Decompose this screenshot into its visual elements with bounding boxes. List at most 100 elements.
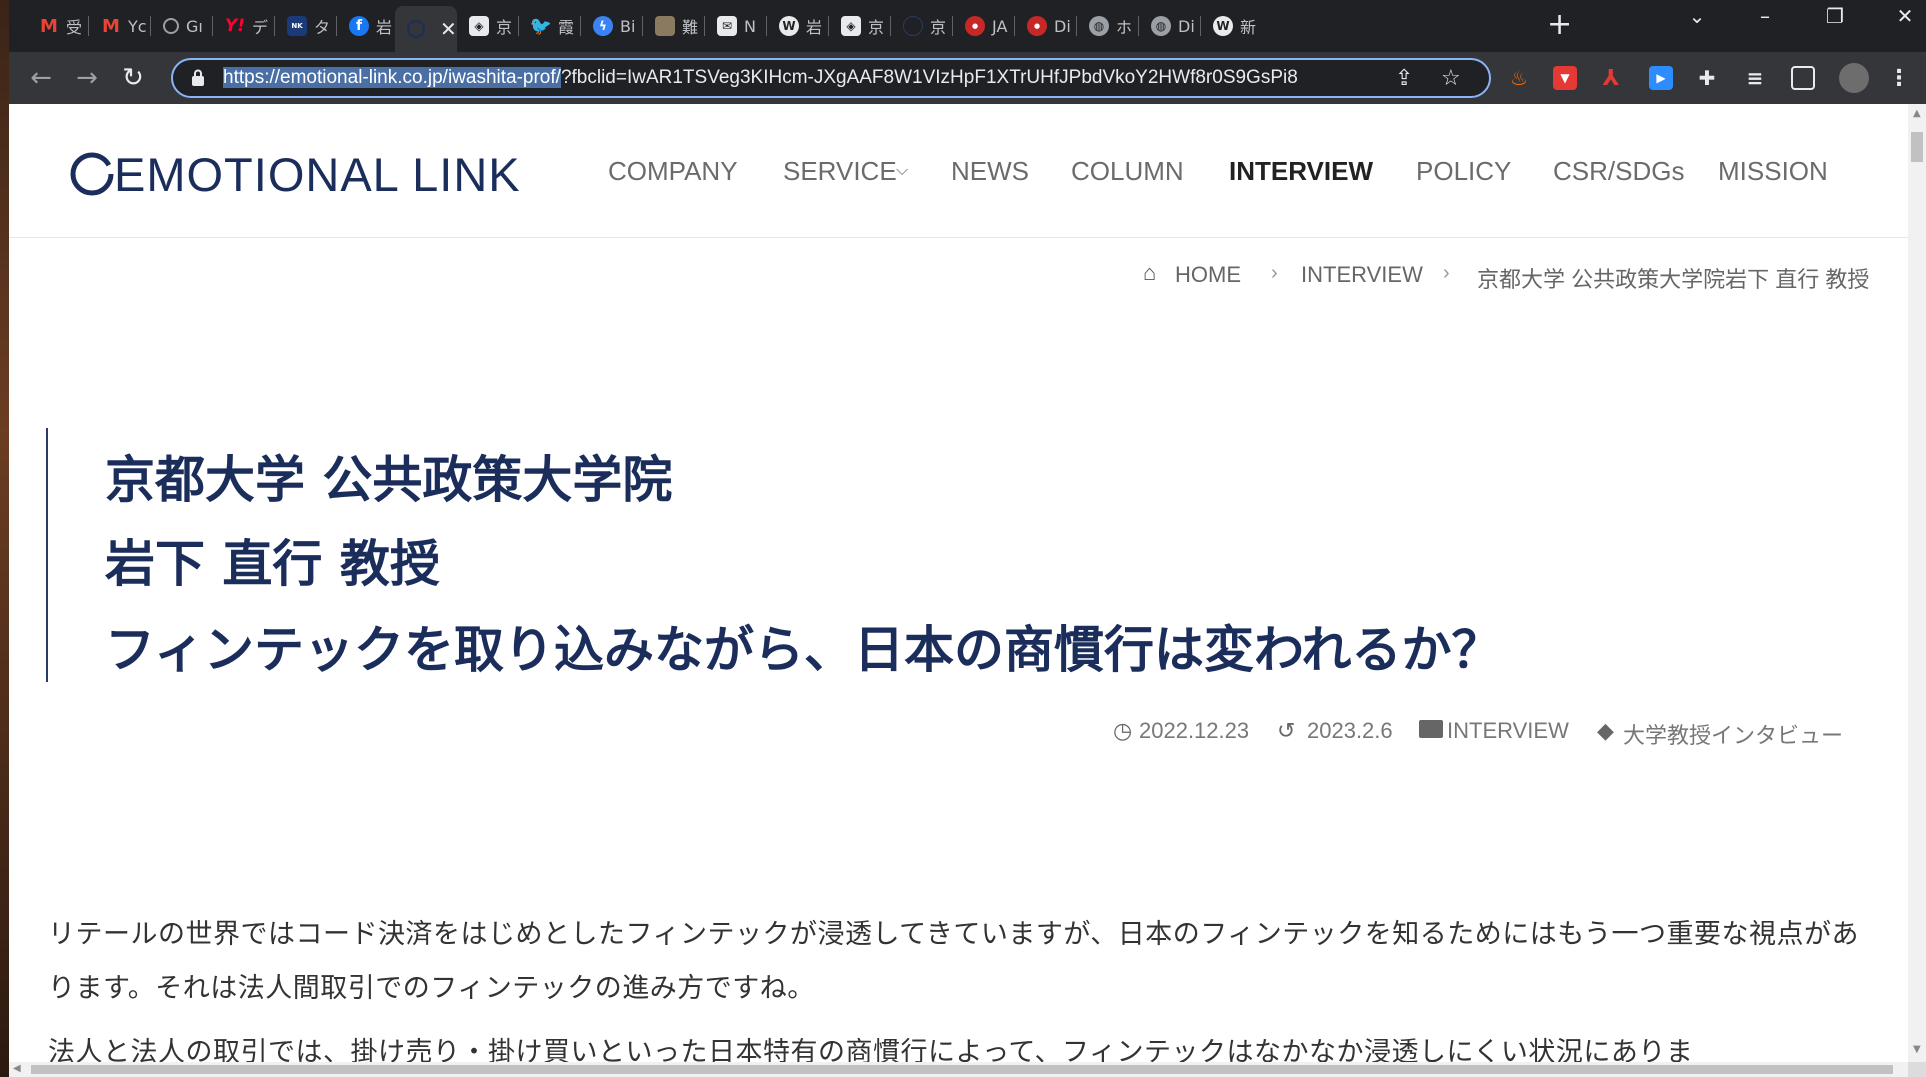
scroll-left-icon[interactable]: ◀: [13, 1063, 21, 1074]
tab-twitter[interactable]: 🐦 霞: [519, 8, 581, 44]
globe-icon: ◍: [1151, 16, 1171, 36]
new-tab-button[interactable]: +: [1547, 8, 1572, 42]
article-paragraph: リテールの世界ではコード決済をはじめとしたフィンテックが浸透してきていますが、日…: [48, 919, 1859, 1004]
nav-news[interactable]: NEWS: [951, 156, 1029, 187]
tab-label: Yc: [128, 16, 147, 36]
breadcrumb-home[interactable]: HOME: [1175, 262, 1241, 288]
share-icon[interactable]: ⇪: [1395, 66, 1413, 91]
window-frame: [0, 0, 9, 1077]
breadcrumb-interview[interactable]: INTERVIEW: [1301, 262, 1423, 288]
tab-label: Di: [1178, 16, 1195, 36]
chevron-right-icon: ›: [1443, 262, 1450, 284]
tab-github[interactable]: Gı: [151, 8, 213, 44]
scroll-down-icon[interactable]: ▼: [1913, 1044, 1921, 1055]
tab-photo[interactable]: 難: [643, 8, 705, 44]
github-icon: [163, 18, 179, 34]
minimize-icon[interactable]: –: [1745, 4, 1785, 28]
tab-hops-1[interactable]: ● JA: [953, 8, 1015, 44]
pdf-icon[interactable]: ⅄: [1599, 66, 1623, 91]
vertical-scrollbar[interactable]: ▲ ▼: [1908, 104, 1926, 1062]
tab-globe-1[interactable]: ◍ ホ: [1077, 8, 1139, 44]
back-icon[interactable]: ←: [25, 62, 57, 94]
nav-company[interactable]: COMPANY: [608, 156, 738, 187]
vertical-scroll-thumb[interactable]: [1911, 132, 1923, 162]
tab-label: 難: [682, 18, 699, 37]
breadcrumb-current: 京都大学 公共政策大学院岩下 直行 教授: [1477, 267, 1870, 292]
twitter-icon: 🐦: [529, 15, 553, 37]
restore-icon[interactable]: ❐: [1815, 4, 1855, 28]
close-window-icon[interactable]: ✕: [1885, 4, 1925, 28]
url-selected: https://emotional-link.co.jp/iwashita-pr…: [223, 67, 561, 88]
nav-column[interactable]: COLUMN: [1071, 156, 1184, 187]
hops-icon: ●: [965, 16, 985, 36]
tab-yahoo[interactable]: Y! デ: [213, 8, 275, 44]
close-tab-icon[interactable]: ✕: [440, 17, 457, 41]
category-link[interactable]: INTERVIEW: [1447, 718, 1569, 744]
web-page: EMOTIONAL LINK COMPANY SERVICE ⌵ NEWS CO…: [9, 104, 1908, 1062]
scroll-up-icon[interactable]: ▲: [1913, 108, 1921, 119]
clock-icon: ◷: [1113, 718, 1133, 743]
url-rest: ?fbclid=IwAR1TSVeg3KIHcm-JXgAAF8W1VIzHpF…: [560, 67, 1298, 88]
nav-mission[interactable]: MISSION: [1718, 156, 1828, 187]
tab-note-1[interactable]: ◈ 京: [457, 8, 519, 44]
tab-search-icon[interactable]: ⌄: [1677, 4, 1717, 28]
menu-kebab-icon[interactable]: ⋮: [1887, 66, 1911, 91]
tab-label: デ: [252, 18, 269, 37]
side-panel-icon[interactable]: [1791, 66, 1815, 90]
wordpress-icon: W: [779, 16, 799, 36]
messenger-icon: ϟ: [593, 16, 613, 36]
address-bar[interactable]: https://emotional-link.co.jp/iwashita-pr…: [171, 58, 1491, 98]
tag-icon: ◆: [1597, 718, 1614, 743]
article-paragraph: 法人と法人の取引では、掛け売り・掛け買いといった日本特有の商慣行によって、フィン…: [48, 1037, 1694, 1062]
tab-circle[interactable]: 京: [891, 8, 953, 44]
nav-policy[interactable]: POLICY: [1416, 156, 1511, 187]
tab-emotional-link-active[interactable]: ✕: [395, 6, 457, 52]
url-text[interactable]: https://emotional-link.co.jp/iwashita-pr…: [223, 67, 1403, 89]
profile-avatar[interactable]: [1839, 63, 1869, 93]
tab-gmail-2[interactable]: M Yc: [89, 8, 151, 44]
tab-wordpress-2[interactable]: W 新: [1201, 8, 1263, 44]
tab-label: N: [744, 16, 756, 36]
reload-icon[interactable]: ↻: [117, 62, 149, 94]
media-playlist-icon[interactable]: ≡: [1743, 66, 1767, 90]
update-icon: ↺: [1277, 718, 1296, 743]
extension-fire-icon[interactable]: ♨: [1507, 66, 1531, 90]
horizontal-scrollbar[interactable]: ◀: [9, 1062, 1908, 1077]
tab-hops-2[interactable]: ● Di: [1015, 8, 1077, 44]
hops-icon: ●: [1027, 16, 1047, 36]
zoom-icon[interactable]: ▶: [1649, 66, 1673, 90]
tab-newsletter[interactable]: ✉ N: [705, 8, 767, 44]
tab-nikkei[interactable]: NK タ: [275, 8, 337, 44]
tag-link[interactable]: 大学教授インタビュー: [1623, 718, 1843, 750]
nav-csr-sdgs[interactable]: CSR/SDGs: [1553, 156, 1684, 187]
tab-label: Gı: [186, 16, 203, 36]
title-line-1: 京都大学 公共政策大学院: [105, 451, 673, 509]
nav-interview[interactable]: INTERVIEW: [1229, 156, 1373, 187]
pocket-icon[interactable]: ▼: [1553, 66, 1577, 90]
chevron-down-icon[interactable]: ⌵: [896, 160, 908, 180]
article-meta: ◷ 2022.12.23 ↺ 2023.2.6 INTERVIEW ◆ 大学教授…: [9, 718, 1908, 748]
browser-toolbar: ← → ↻ https://emotional-link.co.jp/iwash…: [9, 52, 1926, 104]
bookmark-star-icon[interactable]: ☆: [1441, 66, 1461, 91]
lock-icon[interactable]: [191, 69, 205, 87]
wordpress-icon: W: [1213, 16, 1233, 36]
tab-facebook[interactable]: f 岩: [337, 8, 399, 44]
nav-service[interactable]: SERVICE: [783, 156, 897, 187]
breadcrumb: ⌂ HOME › INTERVIEW › 京都大学 公共政策大学院岩下 直行 教…: [9, 260, 1908, 292]
home-icon: ⌂: [1143, 260, 1157, 285]
tab-note-2[interactable]: ◈ 京: [829, 8, 891, 44]
gmail-icon: M: [40, 15, 58, 37]
tab-messenger[interactable]: ϟ Bi: [581, 8, 643, 44]
photo-icon: [655, 16, 675, 36]
tab-gmail-1[interactable]: M 受: [27, 8, 89, 44]
note-icon: ◈: [469, 16, 489, 36]
tab-globe-2[interactable]: ◍ Di: [1139, 8, 1201, 44]
tab-label: 岩: [806, 18, 823, 37]
tab-label: Bi: [620, 16, 636, 36]
extensions-puzzle-icon[interactable]: ✚: [1695, 66, 1719, 90]
horizontal-scroll-thumb[interactable]: [31, 1065, 1893, 1074]
forward-icon[interactable]: →: [71, 62, 103, 94]
global-nav: COMPANY SERVICE ⌵ NEWS COLUMN INTERVIEW …: [9, 156, 1908, 196]
tab-wordpress-1[interactable]: W 岩: [767, 8, 829, 44]
facebook-icon: f: [349, 16, 369, 36]
